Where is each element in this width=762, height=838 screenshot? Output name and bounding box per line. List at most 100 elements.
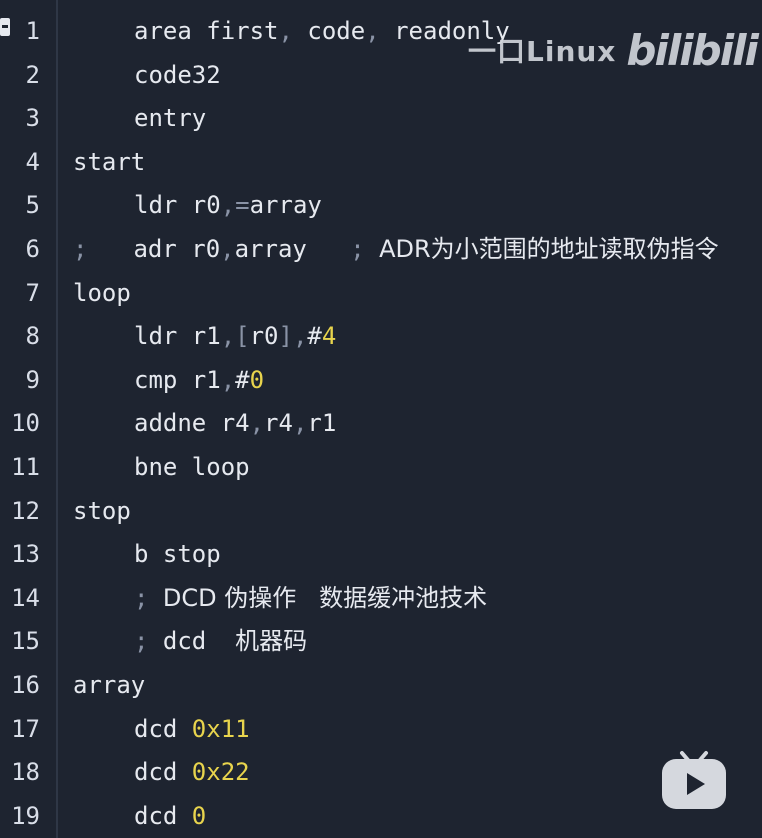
code-token: loop — [73, 278, 131, 307]
code-token: dcd — [134, 758, 192, 787]
punctuation: ], — [278, 322, 308, 351]
code-token: start — [73, 147, 146, 176]
code-token: array — [234, 235, 351, 263]
line-number: 8 — [25, 322, 40, 351]
code-text[interactable]: ; DCD 伪操作 数据缓冲池技术 — [73, 577, 487, 621]
code-text[interactable]: ldr r1,[r0],#4 — [73, 315, 336, 359]
line-number: 10 — [11, 409, 40, 438]
line-number: 12 — [11, 496, 40, 525]
number-literal: 0x11 — [191, 714, 250, 743]
code-line[interactable]: 9 cmp r1,#0 — [0, 359, 762, 403]
line-number: 19 — [11, 801, 40, 830]
code-line[interactable]: 7 loop — [0, 272, 762, 316]
comment-marker: ; — [73, 235, 88, 263]
code-text[interactable]: b stop — [73, 533, 221, 577]
code-token: r4 — [264, 409, 293, 438]
code-token: dcd — [162, 627, 236, 656]
line-number: 7 — [25, 278, 40, 307]
code-token: ldr r1 — [134, 322, 221, 351]
code-text[interactable]: start — [73, 141, 145, 185]
punctuation: , — [365, 17, 380, 45]
code-text[interactable]: stop — [73, 490, 131, 534]
watermark: 一口Linux bilibili — [468, 22, 759, 78]
code-token: adr r0 — [133, 235, 221, 263]
code-line[interactable]: 10 addne r4,r4,r1 — [0, 402, 762, 446]
code-token: cmp r1 — [134, 365, 221, 394]
comment-marker: ; — [134, 627, 163, 656]
code-text[interactable]: entry — [73, 97, 206, 141]
number-literal: 0 — [191, 801, 207, 830]
line-number: 4 — [25, 147, 40, 176]
code-line[interactable]: 16 array — [0, 664, 762, 708]
code-token: area first — [134, 17, 279, 45]
line-number: 16 — [11, 671, 40, 699]
code-token: # — [235, 365, 250, 394]
code-token: r1 — [307, 409, 337, 438]
line-number: 6 — [25, 235, 40, 263]
code-text[interactable]: dcd 0x22 — [73, 751, 250, 795]
punctuation: , — [220, 235, 235, 263]
code-token: dcd — [134, 714, 192, 743]
code-line[interactable]: 14; DCD 伪操作 数据缓冲池技术 — [0, 577, 762, 621]
code-text[interactable]: addne r4,r4,r1 — [73, 402, 336, 446]
number-literal: 0 — [249, 365, 265, 394]
code-token: bne loop — [134, 453, 250, 481]
number-literal: 0x22 — [191, 758, 250, 787]
code-text[interactable]: ; dcd 机器码 — [73, 620, 307, 664]
code-line[interactable]: 3 entry — [0, 97, 762, 141]
code-text[interactable]: area first, code, readonly — [73, 10, 510, 54]
line-number: 11 — [11, 453, 40, 481]
code-token: ldr r0 — [134, 191, 221, 220]
bilibili-logo: bilibili — [626, 25, 759, 75]
code-text[interactable]: array — [73, 664, 145, 708]
punctuation: , — [278, 17, 293, 45]
watermark-text: 一口Linux — [468, 35, 617, 68]
line-number: 17 — [11, 714, 40, 743]
line-number: 14 — [11, 583, 40, 612]
code-token: r0 — [249, 322, 279, 351]
code-line[interactable]: 6; adr r0,array ; ADR为小范围的地址读取伪指令 — [0, 228, 762, 272]
code-line[interactable]: 13 b stop — [0, 533, 762, 577]
punctuation: , — [220, 191, 236, 220]
code-line[interactable]: 15 ; dcd 机器码 — [0, 620, 762, 664]
comment-text: ADR为小范围的地址读取伪指令 — [379, 235, 719, 263]
code-text[interactable]: cmp r1,#0 — [73, 359, 264, 403]
number-literal: 4 — [321, 322, 337, 351]
code-token: array — [249, 191, 322, 220]
code-text[interactable]: ldr r0,=array — [73, 184, 322, 228]
code-line[interactable]: 12 stop — [0, 490, 762, 534]
play-tv-icon[interactable] — [660, 747, 728, 811]
comment-marker: ; — [134, 583, 163, 612]
punctuation: , — [249, 409, 265, 438]
code-text[interactable]: loop — [73, 272, 131, 316]
code-line[interactable]: 17 dcd 0x11 — [0, 708, 762, 752]
code-text[interactable]: ; adr r0,array ; ADR为小范围的地址读取伪指令 — [73, 228, 719, 272]
code-line[interactable]: 19 dcd 0 — [0, 795, 762, 838]
code-text[interactable]: dcd 0x11 — [73, 708, 250, 752]
comment-marker: ; — [350, 235, 380, 263]
code-token: code32 — [134, 60, 221, 89]
line-number: 2 — [25, 60, 40, 89]
code-token: # — [307, 322, 322, 351]
code-line[interactable]: 8 ldr r1,[r0],#4 — [0, 315, 762, 359]
line-number: 18 — [11, 758, 40, 787]
code-token: addne r4 — [134, 409, 250, 438]
code-token: array — [73, 671, 146, 699]
punctuation: ,[ — [220, 322, 250, 351]
code-token: code — [292, 17, 366, 45]
line-number: 5 — [25, 191, 40, 220]
code-line[interactable]: 4 start — [0, 141, 762, 185]
punctuation: , — [292, 409, 308, 438]
comment-text: DCD 伪操作 数据缓冲池技术 — [162, 583, 488, 612]
line-number: 13 — [11, 540, 40, 569]
line-number: 15 — [11, 627, 40, 656]
code-token: stop — [73, 496, 131, 525]
code-line[interactable]: 18 dcd 0x22 — [0, 751, 762, 795]
code-editor[interactable]: 1 area first, code, readonly 2 code32 3 entry… — [0, 0, 762, 838]
line-number: 3 — [25, 104, 40, 133]
code-line[interactable]: 5 ldr r0,=array — [0, 184, 762, 228]
code-text[interactable]: bne loop — [73, 446, 250, 490]
code-text[interactable]: dcd 0 — [73, 795, 206, 838]
code-line[interactable]: 11 bne loop — [0, 446, 762, 490]
code-text[interactable]: code32 — [73, 54, 221, 98]
